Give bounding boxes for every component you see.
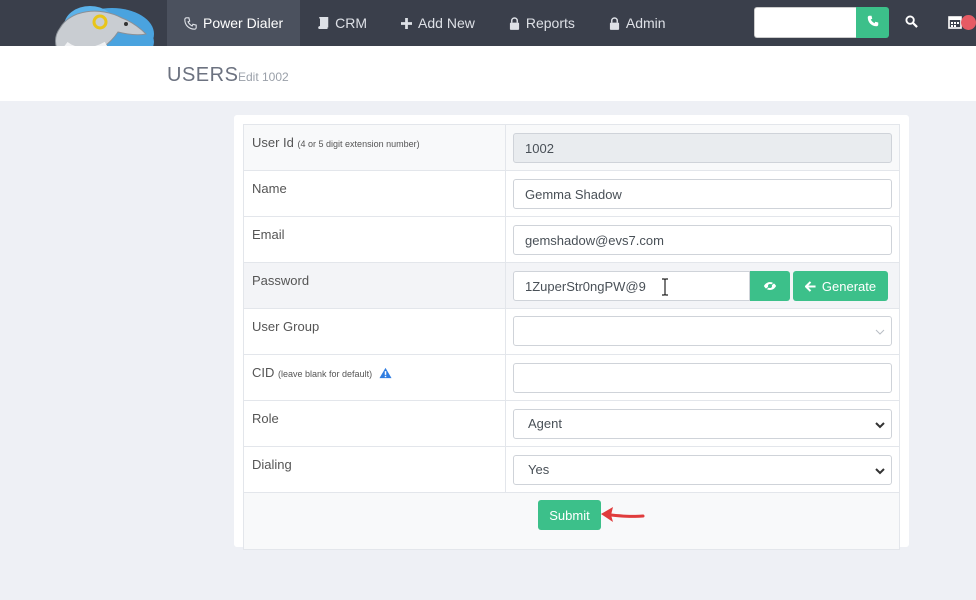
- user-id-label: User Id: [252, 135, 294, 150]
- nav-item-add-new[interactable]: Add New: [384, 0, 492, 46]
- name-field[interactable]: [513, 179, 892, 209]
- chevron-down-icon: [875, 422, 885, 429]
- name-value-cell: [506, 171, 899, 216]
- page-title: USERS: [167, 64, 239, 86]
- form-row-name: Name: [244, 171, 899, 217]
- page-header: [0, 46, 976, 101]
- form-row-submit: Submit: [244, 493, 899, 549]
- phone-icon: [184, 16, 197, 30]
- search-button[interactable]: [900, 12, 922, 34]
- form-row-role: Role Agent: [244, 401, 899, 447]
- book-icon: [317, 17, 329, 29]
- nav-item-admin[interactable]: Admin: [592, 0, 683, 46]
- phone-icon: [867, 15, 879, 30]
- role-label: Role: [244, 401, 506, 446]
- cid-hint: (leave blank for default): [278, 369, 373, 379]
- arrow-left-icon: [804, 280, 816, 292]
- dial-number-input[interactable]: [754, 7, 856, 38]
- form-row-user-group: User Group: [244, 309, 899, 355]
- cid-label-cell: CID (leave blank for default): [244, 355, 506, 400]
- user-group-select[interactable]: [513, 316, 892, 346]
- eye-icon: [763, 279, 777, 294]
- dialing-label: Dialing: [244, 447, 506, 492]
- dialing-value-cell: Yes: [506, 447, 899, 492]
- nav-item-power-dialer[interactable]: Power Dialer: [167, 0, 301, 46]
- red-arrow-annotation-icon: [601, 507, 645, 522]
- generate-password-button[interactable]: Generate: [793, 271, 888, 301]
- edit-user-form: User Id (4 or 5 digit extension number) …: [243, 124, 900, 550]
- user-id-label-cell: User Id (4 or 5 digit extension number): [244, 125, 506, 170]
- warning-info-icon[interactable]: [379, 367, 392, 382]
- name-label: Name: [244, 171, 506, 216]
- password-label: Password: [244, 263, 506, 308]
- form-row-dialing: Dialing Yes: [244, 447, 899, 493]
- user-id-value-cell: [506, 125, 899, 170]
- role-value-cell: Agent: [506, 401, 899, 446]
- nav-item-label: Power Dialer: [203, 15, 284, 31]
- search-icon: [904, 15, 918, 31]
- cid-value-cell: [506, 355, 899, 400]
- role-select[interactable]: Agent: [513, 409, 892, 439]
- nav-item-crm[interactable]: CRM: [300, 0, 384, 46]
- chevron-down-icon: [875, 468, 885, 475]
- nav-item-label: Add New: [418, 15, 475, 31]
- cid-field[interactable]: [513, 363, 892, 393]
- dialing-select[interactable]: Yes: [513, 455, 892, 485]
- form-row-password: Password Generate: [244, 263, 899, 309]
- text-cursor-icon: [662, 278, 668, 296]
- password-field[interactable]: [513, 271, 750, 301]
- form-row-cid: CID (leave blank for default): [244, 355, 899, 401]
- dialing-value: Yes: [528, 462, 550, 477]
- lock-icon: [609, 16, 620, 30]
- user-group-label: User Group: [244, 309, 506, 354]
- user-id-field[interactable]: [513, 133, 892, 163]
- nav-item-label: Admin: [625, 15, 666, 31]
- lock-icon: [509, 16, 520, 30]
- role-value: Agent: [528, 416, 562, 431]
- user-id-hint: (4 or 5 digit extension number): [297, 139, 420, 149]
- notification-badge[interactable]: [961, 15, 976, 30]
- cid-label: CID: [252, 365, 275, 380]
- email-field[interactable]: [513, 225, 892, 255]
- nav-item-reports[interactable]: Reports: [492, 0, 592, 46]
- chevron-down-icon: [875, 329, 885, 335]
- user-group-value-cell: [506, 309, 899, 354]
- generate-label: Generate: [821, 278, 877, 294]
- form-row-user-id: User Id (4 or 5 digit extension number): [244, 125, 899, 171]
- plus-icon: [401, 17, 413, 29]
- dial-button[interactable]: [856, 7, 889, 38]
- form-row-email: Email: [244, 217, 899, 263]
- toggle-password-visibility-button[interactable]: [750, 271, 790, 301]
- email-label: Email: [244, 217, 506, 262]
- password-value-cell: Generate: [506, 263, 899, 308]
- calendar-icon: [948, 15, 962, 32]
- page-subtitle: Edit 1002: [238, 70, 289, 84]
- main-nav: Power Dialer CRM Add New Reports Admin: [167, 0, 683, 46]
- nav-item-label: Reports: [525, 15, 575, 31]
- nav-item-label: CRM: [335, 15, 368, 31]
- email-value-cell: [506, 217, 899, 262]
- submit-button[interactable]: Submit: [538, 500, 601, 530]
